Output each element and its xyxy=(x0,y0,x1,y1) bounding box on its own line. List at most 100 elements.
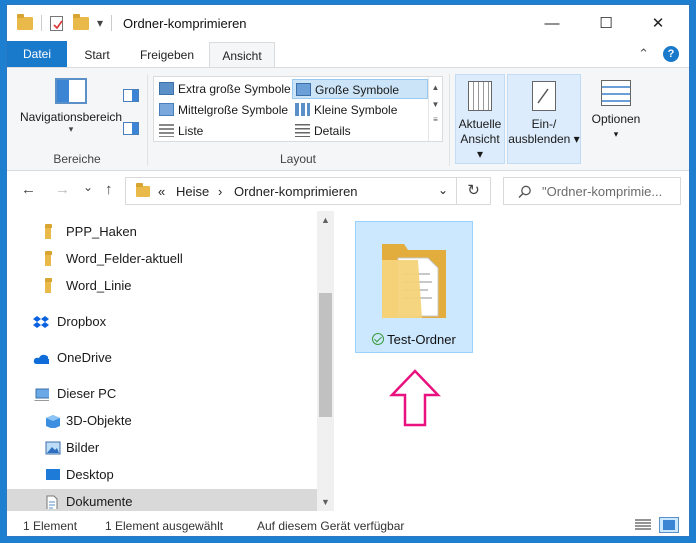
status-availability: Auf diesem Gerät verfügbar xyxy=(257,519,405,533)
navigation-pane-button[interactable]: Navigationsbereich ▾ xyxy=(15,78,127,135)
nav-item-word-felder-aktuell[interactable]: Word_Felder-aktuell xyxy=(7,246,317,272)
group-label-bereiche: Bereiche xyxy=(53,152,101,166)
medium-icons-icon xyxy=(159,103,174,116)
layout-large-icons[interactable]: Große Symbole xyxy=(292,79,428,99)
folder-icon xyxy=(45,278,52,293)
chevron-down-icon[interactable]: ▼ xyxy=(429,100,442,109)
preview-pane-icon[interactable] xyxy=(123,89,139,102)
close-button[interactable]: ✕ xyxy=(635,5,681,41)
gallery-expand-icon[interactable]: ≡ xyxy=(429,115,442,124)
address-bar[interactable]: « Heise › Ordner-komprimieren ⌄ xyxy=(125,177,457,205)
group-label-layout: Layout xyxy=(279,152,317,166)
layout-list[interactable]: Liste xyxy=(156,121,290,141)
nav-item-3d-objekte[interactable]: 3D-Objekte xyxy=(7,408,317,434)
properties-icon[interactable] xyxy=(50,15,63,31)
quick-access-toolbar: ▾ xyxy=(17,13,120,31)
folder-item-test-ordner[interactable]: Test-Ordner xyxy=(355,221,473,353)
layout-gallery-scroll[interactable]: ▲ ▼ ≡ xyxy=(428,77,442,141)
nav-item-dieser-pc[interactable]: Dieser PC xyxy=(7,381,317,407)
ribbon-tabs: Datei Start Freigeben Ansicht ⌃ ? xyxy=(7,41,689,69)
folder-item-label: Test-Ordner xyxy=(387,332,456,347)
tab-datei[interactable]: Datei xyxy=(7,41,67,68)
search-icon xyxy=(518,185,531,199)
documents-icon xyxy=(46,495,58,509)
tab-freigeben[interactable]: Freigeben xyxy=(129,42,205,68)
breadcrumb-heise[interactable]: Heise xyxy=(176,184,209,199)
address-dropdown-icon[interactable]: ⌄ xyxy=(438,183,448,197)
current-view-button[interactable]: Aktuelle Ansicht ▾ xyxy=(455,74,505,164)
layout-medium-icons[interactable]: Mittelgroße Symbole xyxy=(156,100,290,120)
layout-extra-large-icons[interactable]: Extra große Symbole xyxy=(156,79,291,99)
title-bar: ▾ Ordner-komprimieren — ☐ ✕ xyxy=(7,5,689,41)
navigation-pane: PPP_Haken Word_Felder-aktuell Word_Linie… xyxy=(7,211,337,511)
refresh-button[interactable]: ↻ xyxy=(457,177,491,205)
chevron-up-icon[interactable]: ▲ xyxy=(429,83,442,92)
show-hide-icon xyxy=(532,81,556,111)
scrollbar-thumb[interactable] xyxy=(319,293,332,417)
navigation-pane-scrollbar[interactable]: ▲ ▼ xyxy=(317,211,334,511)
dropbox-icon xyxy=(33,316,49,328)
search-input[interactable]: "Ordner-komprimie... xyxy=(503,177,681,205)
nav-item-word-linie[interactable]: Word_Linie xyxy=(7,273,317,299)
navigation-pane-label: Navigationsbereich xyxy=(19,110,123,124)
nav-item-dokumente[interactable]: Dokumente xyxy=(7,489,317,511)
onedrive-icon xyxy=(33,354,49,364)
chevron-down-icon: ▾ xyxy=(68,124,74,134)
scroll-up-icon[interactable]: ▲ xyxy=(317,215,334,225)
annotation-arrow-up-icon xyxy=(389,369,441,427)
ribbon-collapse-icon[interactable]: ⌃ xyxy=(638,46,649,62)
new-folder-icon[interactable] xyxy=(73,13,89,30)
options-button[interactable]: Optionen ▾ xyxy=(585,74,647,164)
large-icons-view-icon[interactable] xyxy=(659,517,679,533)
breadcrumb-overflow[interactable]: « xyxy=(158,184,165,199)
current-view-icon xyxy=(468,81,492,111)
nav-item-dropbox[interactable]: Dropbox xyxy=(7,309,317,335)
tab-start[interactable]: Start xyxy=(69,42,125,68)
minimize-button[interactable]: — xyxy=(529,5,575,41)
options-icon xyxy=(601,80,631,106)
ribbon-ansicht: Navigationsbereich ▾ Bereiche Extra groß… xyxy=(7,67,689,171)
computer-icon xyxy=(34,388,49,401)
file-list: Test-Ordner xyxy=(337,211,689,511)
breadcrumb-separator[interactable]: › xyxy=(218,184,222,199)
back-button[interactable]: ← xyxy=(21,181,36,198)
details-pane-icon[interactable] xyxy=(123,122,139,135)
3d-objects-icon xyxy=(46,415,60,428)
layout-gallery: Extra große Symbole Große Symbole Mittel… xyxy=(153,76,443,142)
forward-button[interactable]: → xyxy=(55,181,70,198)
tab-ansicht[interactable]: Ansicht xyxy=(209,42,275,69)
nav-item-onedrive[interactable]: OneDrive xyxy=(7,345,317,371)
show-hide-button[interactable]: Ein-/ ausblenden ▾ xyxy=(507,74,581,164)
breadcrumb-ordner-komprimieren[interactable]: Ordner-komprimieren xyxy=(234,184,358,199)
folder-icon xyxy=(45,251,52,266)
large-icons-icon xyxy=(296,83,311,96)
nav-item-ppp-haken[interactable]: PPP_Haken xyxy=(7,219,317,245)
details-icon xyxy=(295,124,310,137)
small-icons-icon xyxy=(295,103,310,116)
address-row: ← → ⌄ ↑ « Heise › Ordner-komprimieren ⌄ … xyxy=(7,173,689,209)
search-placeholder: "Ordner-komprimie... xyxy=(542,184,663,199)
window-title: Ordner-komprimieren xyxy=(123,16,247,31)
maximize-button[interactable]: ☐ xyxy=(583,5,629,41)
recent-locations-button[interactable]: ⌄ xyxy=(83,180,93,194)
quick-access-dropdown[interactable]: ▾ xyxy=(97,16,103,30)
up-button[interactable]: ↑ xyxy=(105,181,113,198)
scroll-down-icon[interactable]: ▼ xyxy=(317,497,334,507)
status-item-count: 1 Element xyxy=(23,519,78,533)
layout-small-icons[interactable]: Kleine Symbole xyxy=(292,100,428,120)
layout-details[interactable]: Details xyxy=(292,121,428,141)
folder-icon xyxy=(17,13,33,30)
extra-large-icons-icon xyxy=(159,82,174,95)
nav-item-bilder[interactable]: Bilder xyxy=(7,435,317,461)
help-icon[interactable]: ? xyxy=(663,46,679,62)
folder-icon xyxy=(45,224,52,239)
folder-icon xyxy=(382,244,446,318)
details-view-icon[interactable] xyxy=(633,517,653,533)
navigation-pane-icon xyxy=(55,78,87,104)
status-bar: 1 Element 1 Element ausgewählt Auf diese… xyxy=(7,512,689,536)
synced-check-icon xyxy=(372,333,385,345)
status-selection: 1 Element ausgewählt xyxy=(105,519,224,533)
folder-icon xyxy=(136,183,150,197)
list-icon xyxy=(159,124,174,137)
nav-item-desktop[interactable]: Desktop xyxy=(7,462,317,488)
